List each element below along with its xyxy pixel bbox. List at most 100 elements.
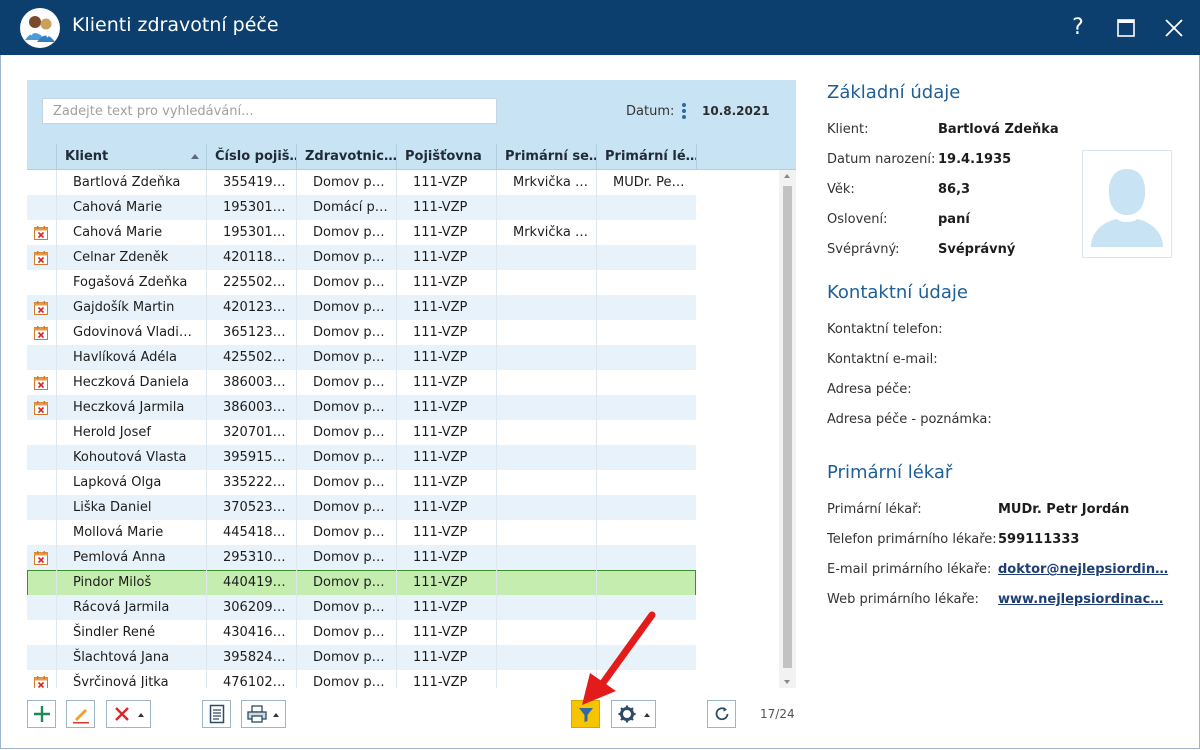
- cell-primary-nurse: [496, 520, 596, 545]
- cell-primary-doctor: [596, 470, 696, 495]
- cell-primary-doctor: [596, 420, 696, 445]
- cell-primary-doctor: [596, 620, 696, 645]
- cell-primary-doctor: [596, 245, 696, 270]
- table-row[interactable]: Kohoutová Vlasta 395915… Domov p… 111-VZP: [27, 445, 696, 471]
- cell-facility: Domov p…: [296, 320, 396, 345]
- help-button[interactable]: ?: [1058, 10, 1098, 46]
- table-row[interactable]: Celnar Zdeněk 420118… Domov p… 111-VZP: [27, 245, 696, 271]
- table-row[interactable]: Gdovinová Vladi… 365123… Domov p… 111-VZP: [27, 320, 696, 346]
- cell-insurance-number: 225502…: [206, 270, 296, 295]
- table-row[interactable]: Švrčinová Jitka 476102… Domov p… 111-VZP: [27, 670, 696, 688]
- cell-insurer: 111-VZP: [396, 195, 496, 220]
- refresh-button[interactable]: [707, 700, 736, 728]
- cell-client: Fogašová Zdeňka: [56, 270, 206, 295]
- print-button[interactable]: [241, 700, 286, 728]
- cell-facility: Domov p…: [296, 620, 396, 645]
- cell-insurer: 111-VZP: [396, 445, 496, 470]
- age-label: Věk:: [827, 182, 855, 197]
- cell-insurance-number: 320701…: [206, 420, 296, 445]
- table-row[interactable]: Šindler René 430416… Domov p… 111-VZP: [27, 620, 696, 646]
- doctor-web-label: Web primárního lékaře:: [827, 592, 979, 607]
- client-photo: [1082, 150, 1172, 258]
- column-header-insurer[interactable]: Pojišťovna: [396, 144, 496, 169]
- calendar-cancel-icon: [34, 551, 48, 565]
- table-row[interactable]: Heczková Daniela 386003… Domov p… 111-VZP: [27, 370, 696, 396]
- cell-primary-doctor: [596, 595, 696, 620]
- table-row[interactable]: Cahová Marie 195301… Domácí p… 111-VZP: [27, 195, 696, 221]
- cell-primary-nurse: [496, 270, 596, 295]
- table-row[interactable]: Rácová Jarmila 306209… Domov p… 111-VZP: [27, 595, 696, 621]
- table-row[interactable]: Lapková Olga 335222… Domov p… 111-VZP: [27, 470, 696, 496]
- column-header-primary-nurse[interactable]: Primární se…: [496, 144, 596, 169]
- cell-insurer: 111-VZP: [396, 670, 496, 688]
- cell-client: Herold Josef: [56, 420, 206, 445]
- header-icon-column[interactable]: [27, 144, 56, 169]
- chevron-up-icon: [273, 713, 279, 717]
- cell-insurer: 111-VZP: [396, 520, 496, 545]
- cell-facility: Domov p…: [296, 370, 396, 395]
- table-row-selected[interactable]: Pindor Miloš 440419… Domov p… 111-VZP: [27, 570, 696, 596]
- table-row[interactable]: Heczková Jarmila 386003… Domov p… 111-VZP: [27, 395, 696, 421]
- cell-icon: [27, 195, 56, 220]
- table-row[interactable]: Cahová Marie 195301… Domov p… 111-VZP Mrkvič…: [27, 220, 696, 246]
- scrollbar-thumb[interactable]: [783, 186, 792, 668]
- cell-client: Gajdošík Martin: [56, 295, 206, 320]
- table-row[interactable]: Havlíková Adéla 425502… Domov p… 111-VZP: [27, 345, 696, 371]
- column-header-facility[interactable]: Zdravotnic…: [296, 144, 396, 169]
- client-value: Bartlová Zdeňka: [938, 122, 1059, 137]
- cell-icon: [27, 395, 56, 420]
- cell-client: Šlachtová Jana: [56, 645, 206, 670]
- calendar-cancel-icon: [34, 226, 48, 240]
- close-button[interactable]: [1154, 10, 1194, 46]
- grid-rows: Bartlová Zdeňka 355419… Domov p… 111-VZP Mrk…: [27, 170, 779, 688]
- table-row[interactable]: Mollová Marie 445418… Domov p… 111-VZP: [27, 520, 696, 546]
- column-header-insurance-number[interactable]: Číslo pojiš…: [206, 144, 296, 169]
- cell-insurance-number: 195301…: [206, 195, 296, 220]
- cell-client: Šindler René: [56, 620, 206, 645]
- cell-icon: [27, 645, 56, 670]
- maximize-button[interactable]: [1106, 10, 1146, 46]
- cell-primary-nurse: [496, 570, 596, 595]
- section-title-contact: Kontaktní údaje: [827, 282, 968, 303]
- settings-button[interactable]: [611, 700, 656, 728]
- table-row[interactable]: Gajdošík Martin 420123… Domov p… 111-VZP: [27, 295, 696, 321]
- document-icon: [209, 704, 225, 724]
- table-row[interactable]: Fogašová Zdeňka 225502… Domov p… 111-VZP: [27, 270, 696, 296]
- doctor-email-link[interactable]: doktor@nejlepsiordin…: [998, 562, 1168, 577]
- date-value: 10.8.2021: [702, 104, 770, 118]
- add-button[interactable]: [27, 700, 56, 728]
- filter-button[interactable]: [571, 700, 600, 728]
- cell-insurance-number: 295310…: [206, 545, 296, 570]
- delete-button[interactable]: [106, 700, 151, 728]
- edit-button[interactable]: [66, 700, 95, 728]
- document-button[interactable]: [202, 700, 231, 728]
- scroll-up-icon[interactable]: [784, 174, 790, 178]
- maximize-icon: [1117, 19, 1135, 37]
- doctor-web-link[interactable]: www.nejlepsiordinac…: [998, 592, 1163, 607]
- cell-insurance-number: 395824…: [206, 645, 296, 670]
- cell-primary-doctor: [596, 495, 696, 520]
- column-header-primary-doctor[interactable]: Primární lé…: [596, 144, 696, 169]
- cell-client: Kohoutová Vlasta: [56, 445, 206, 470]
- cell-client: Celnar Zdeněk: [56, 245, 206, 270]
- scroll-down-icon[interactable]: [784, 680, 790, 684]
- search-input[interactable]: [42, 98, 497, 124]
- cell-primary-nurse: [496, 345, 596, 370]
- cell-insurance-number: 335222…: [206, 470, 296, 495]
- date-menu-icon[interactable]: [679, 101, 689, 121]
- table-row[interactable]: Herold Josef 320701… Domov p… 111-VZP: [27, 420, 696, 446]
- cell-icon: [27, 320, 56, 345]
- column-header-client[interactable]: Klient: [56, 144, 206, 169]
- table-row[interactable]: Šlachtová Jana 395824… Domov p… 111-VZP: [27, 645, 696, 671]
- care-address-label: Adresa péče:: [827, 382, 912, 397]
- cell-facility: Domov p…: [296, 445, 396, 470]
- table-row[interactable]: Pemlová Anna 295310… Domov p… 111-VZP: [27, 545, 696, 571]
- table-row[interactable]: Liška Daniel 370523… Domov p… 111-VZP: [27, 495, 696, 521]
- calendar-cancel-icon: [34, 401, 48, 415]
- cell-client: Rácová Jarmila: [56, 595, 206, 620]
- vertical-scrollbar[interactable]: [779, 170, 796, 688]
- salutation-label: Oslovení:: [827, 212, 888, 227]
- table-row[interactable]: Bartlová Zdeňka 355419… Domov p… 111-VZP Mrk…: [27, 170, 696, 196]
- cell-icon: [27, 495, 56, 520]
- legal-capacity-label: Svéprávný:: [827, 242, 900, 257]
